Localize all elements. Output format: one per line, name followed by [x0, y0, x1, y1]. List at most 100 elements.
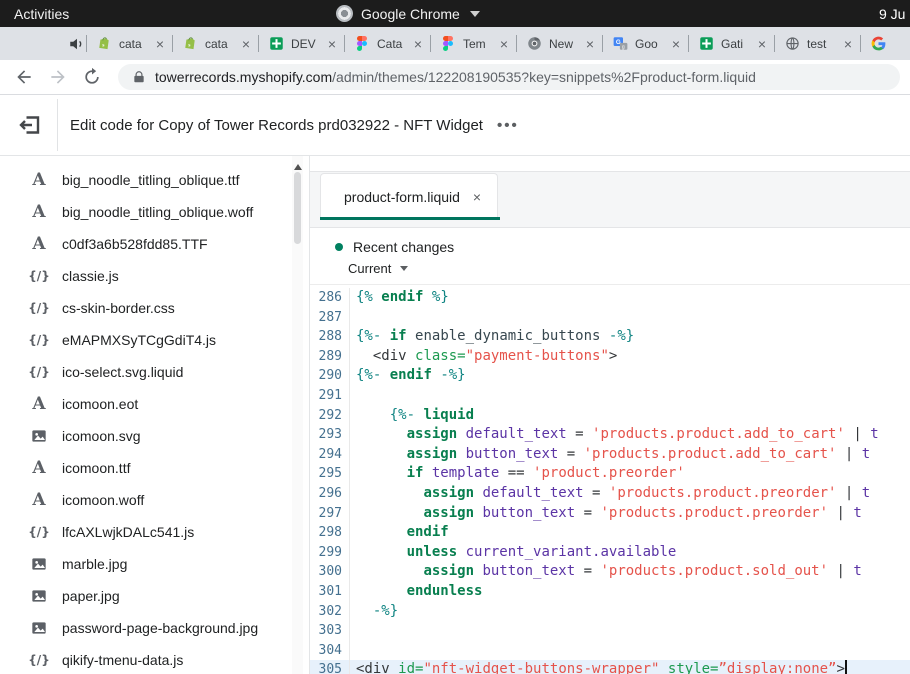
file-item-icomoon.woff[interactable]: Aicomoon.woff [0, 484, 292, 516]
code-line-304[interactable]: 304 [310, 641, 910, 661]
file-item-icomoon.svg[interactable]: icomoon.svg [0, 420, 292, 452]
line-text [350, 386, 356, 406]
code-line-294[interactable]: 294 assign button_text = 'products.produ… [310, 445, 910, 465]
line-number: 291 [310, 386, 350, 406]
window-title-menu[interactable]: Google Chrome [336, 5, 480, 22]
code-line-299[interactable]: 299 unless current_variant.available [310, 543, 910, 563]
globe-favicon-icon [784, 36, 800, 52]
close-tab-icon[interactable]: × [240, 37, 252, 51]
browser-tabs: scata×scata×DEV×Cata×Tem×New×GgGoo×Gati×… [86, 27, 910, 60]
address-bar[interactable]: towerrecords.myshopify.com/admin/themes/… [118, 64, 900, 90]
system-clock[interactable]: 9 Ju [879, 6, 905, 22]
code-line-286[interactable]: 286{% endif %} [310, 288, 910, 308]
code-line-293[interactable]: 293 assign default_text = 'products.prod… [310, 425, 910, 445]
file-item-classie.js[interactable]: {/}classie.js [0, 260, 292, 292]
close-tab-icon[interactable]: × [154, 37, 166, 51]
line-text: assign button_text = 'products.product.p… [350, 504, 862, 524]
exit-editor-icon[interactable] [18, 113, 42, 137]
font-file-icon: A [27, 170, 51, 190]
browser-tab[interactable]: GgGoo× [602, 27, 688, 60]
file-item-marble.jpg[interactable]: marble.jpg [0, 548, 292, 580]
code-line-295[interactable]: 295 if template == 'product.preorder' [310, 464, 910, 484]
close-tab-icon[interactable]: × [412, 37, 424, 51]
browser-tab[interactable]: scata× [86, 27, 172, 60]
line-number: 286 [310, 288, 350, 308]
sidebar-scrollbar[interactable] [292, 156, 303, 674]
lock-icon[interactable] [132, 70, 146, 84]
code-line-302[interactable]: 302 -%} [310, 602, 910, 622]
back-icon[interactable] [14, 67, 34, 87]
browser-tab-title: cata [205, 37, 240, 51]
line-number: 288 [310, 327, 350, 347]
file-item-cs-skin-border.css[interactable]: {/}cs-skin-border.css [0, 292, 292, 324]
close-tab-icon[interactable]: × [498, 37, 510, 51]
line-number: 305 [310, 660, 350, 674]
browser-tab[interactable] [860, 27, 910, 60]
browser-tab-title: Tem [463, 37, 498, 51]
code-file-icon: {/} [27, 525, 51, 539]
file-item-qikify-tmenu-data.js[interactable]: {/}qikify-tmenu-data.js [0, 644, 292, 674]
browser-tab[interactable]: Gati× [688, 27, 774, 60]
file-item-lfcAXLwjkDALc541.js[interactable]: {/}lfcAXLwjkDALc541.js [0, 516, 292, 548]
code-line-288[interactable]: 288{%- if enable_dynamic_buttons -%} [310, 327, 910, 347]
close-tab-icon[interactable]: × [326, 37, 338, 51]
close-tab-icon[interactable]: × [842, 37, 854, 51]
browser-tab[interactable]: Tem× [430, 27, 516, 60]
file-item-icomoon.ttf[interactable]: Aicomoon.ttf [0, 452, 292, 484]
image-file-icon [27, 620, 51, 636]
version-label: Current [348, 261, 391, 276]
shopify-favicon-icon: s [96, 36, 112, 52]
file-item-big_noodle_titling_oblique.ttf[interactable]: Abig_noodle_titling_oblique.ttf [0, 164, 292, 196]
code-line-287[interactable]: 287 [310, 308, 910, 328]
close-tab-icon[interactable]: × [584, 37, 596, 51]
page-title: Edit code for Copy of Tower Records prd0… [70, 117, 483, 134]
code-line-292[interactable]: 292 {%- liquid [310, 406, 910, 426]
speaker-icon[interactable] [68, 35, 86, 53]
line-number: 302 [310, 602, 350, 622]
editor-tab-strip: product-form.liquid × [310, 171, 910, 228]
file-item-icomoon.eot[interactable]: Aicomoon.eot [0, 388, 292, 420]
code-line-289[interactable]: 289 <div class="payment-buttons"> [310, 347, 910, 367]
code-line-301[interactable]: 301 endunless [310, 582, 910, 602]
code-area[interactable]: 286{% endif %}287288{%- if enable_dynami… [310, 285, 910, 674]
file-item-big_noodle_titling_oblique.woff[interactable]: Abig_noodle_titling_oblique.woff [0, 196, 292, 228]
code-line-296[interactable]: 296 assign default_text = 'products.prod… [310, 484, 910, 504]
browser-tab[interactable]: Cata× [344, 27, 430, 60]
scrollbar-thumb[interactable] [294, 172, 301, 244]
code-line-291[interactable]: 291 [310, 386, 910, 406]
activities-button[interactable]: Activities [14, 6, 69, 22]
code-line-300[interactable]: 300 assign button_text = 'products.produ… [310, 562, 910, 582]
line-number: 300 [310, 562, 350, 582]
line-number: 298 [310, 523, 350, 543]
line-text: {%- endif -%} [350, 366, 466, 386]
code-line-305[interactable]: 305<div id="nft-widget-buttons-wrapper" … [310, 660, 910, 674]
file-item-paper.jpg[interactable]: paper.jpg [0, 580, 292, 612]
editor-tab-close-icon[interactable]: × [473, 189, 481, 205]
file-item-password-page-background.jpg[interactable]: password-page-background.jpg [0, 612, 292, 644]
reload-icon[interactable] [82, 67, 102, 87]
version-dropdown[interactable]: Current [348, 261, 408, 276]
code-line-303[interactable]: 303 [310, 621, 910, 641]
code-line-290[interactable]: 290{%- endif -%} [310, 366, 910, 386]
close-tab-icon[interactable]: × [670, 37, 682, 51]
file-item-c0df3a6b528fdd85.TTF[interactable]: Ac0df3a6b528fdd85.TTF [0, 228, 292, 260]
close-tab-icon[interactable]: × [756, 37, 768, 51]
code-line-297[interactable]: 297 assign button_text = 'products.produ… [310, 504, 910, 524]
file-item-clipped[interactable]: A [0, 156, 292, 164]
line-text: assign default_text = 'products.product.… [350, 425, 879, 445]
chrome-logo-icon [336, 5, 353, 22]
browser-tab[interactable]: scata× [172, 27, 258, 60]
forward-icon[interactable] [48, 67, 68, 87]
browser-tab[interactable]: DEV× [258, 27, 344, 60]
line-number: 301 [310, 582, 350, 602]
file-item-eMAPMXSyTCgGdiT4.js[interactable]: {/}eMAPMXSyTCgGdiT4.js [0, 324, 292, 356]
line-number: 294 [310, 445, 350, 465]
browser-tab[interactable]: test× [774, 27, 860, 60]
scroll-up-arrow-icon[interactable] [294, 164, 302, 170]
file-item-ico-select.svg.liquid[interactable]: {/}ico-select.svg.liquid [0, 356, 292, 388]
line-text [350, 641, 356, 661]
code-line-298[interactable]: 298 endif [310, 523, 910, 543]
browser-tab[interactable]: New× [516, 27, 602, 60]
editor-tab-product-form[interactable]: product-form.liquid × [320, 173, 498, 219]
more-actions-button[interactable]: ••• [497, 117, 519, 134]
